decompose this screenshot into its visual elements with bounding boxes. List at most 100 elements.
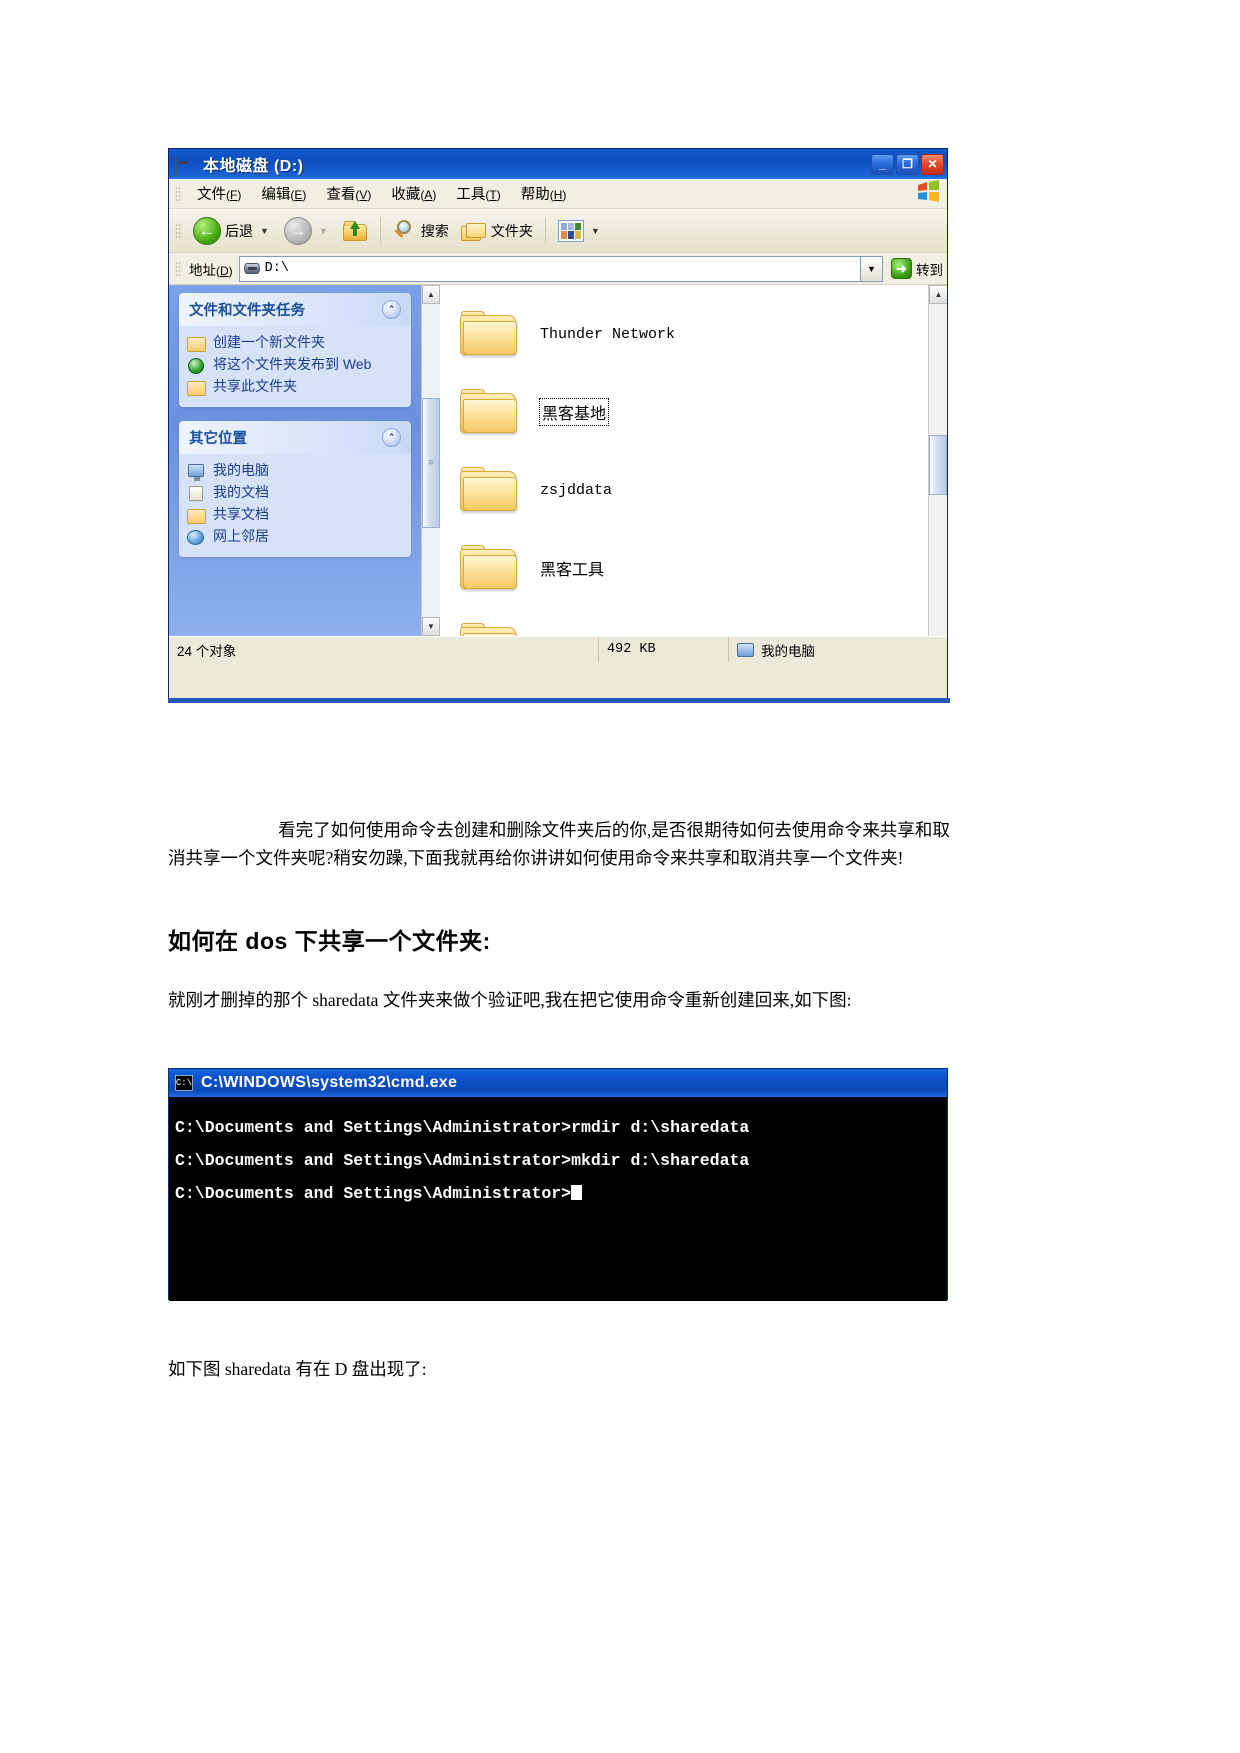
go-arrow-icon: ➜	[891, 258, 912, 279]
views-icon	[557, 219, 584, 242]
search-label: 搜索	[420, 222, 449, 239]
views-dropdown-caret[interactable]: ▼	[591, 226, 600, 236]
place-my-computer[interactable]: 我的电脑	[187, 460, 403, 482]
scroll-down-button[interactable]: ▼	[422, 617, 440, 636]
go-button[interactable]: ➜ 转到	[883, 258, 947, 279]
folders-icon	[460, 221, 487, 241]
task-label: 创建一个新文件夹	[213, 334, 325, 350]
panel-other-places: 其它位置 ⌃ 我的电脑 我的文档 共享文档 网上邻居	[179, 421, 411, 557]
scroll-up-button[interactable]: ▲	[422, 285, 440, 304]
menu-help[interactable]: 帮助(H)	[511, 180, 577, 207]
file-item[interactable]: 客户数据库	[460, 607, 947, 636]
explorer-window: 本地磁盘 (D:) _ ❐ ✕ 文件(F) 编辑(E) 查看(V) 收藏(A) …	[168, 148, 948, 700]
file-item[interactable]: 黑客基地	[460, 373, 947, 451]
folders-button[interactable]: 文件夹	[455, 219, 539, 243]
place-network-neighborhood[interactable]: 网上邻居	[187, 526, 403, 548]
menubar-grip[interactable]	[175, 185, 182, 202]
panel-title: 文件和文件夹任务	[189, 303, 305, 319]
scroll-up-button[interactable]: ▲	[929, 285, 947, 304]
place-label: 我的文档	[213, 484, 269, 500]
sidebar-scrollbar[interactable]: ▲ ▼	[421, 285, 440, 636]
network-neighborhood-icon	[187, 529, 206, 546]
file-item[interactable]: Thunder Network	[460, 295, 947, 373]
chevron-down-icon[interactable]: ▼	[861, 255, 883, 282]
local-disk-icon	[175, 155, 197, 176]
back-arrow-icon: ←	[193, 216, 221, 245]
task-publish-web[interactable]: 将这个文件夹发布到 Web	[187, 354, 403, 376]
cmd-window: C:\ C:\WINDOWS\system32\cmd.exe C:\Docum…	[168, 1068, 948, 1301]
magnifier-icon	[393, 219, 417, 243]
up-folder-icon	[342, 220, 368, 241]
panel-file-folder-tasks: 文件和文件夹任务 ⌃ 创建一个新文件夹 将这个文件夹发布到 Web 共享此文件夹	[179, 293, 411, 407]
toolbar-separator	[379, 217, 381, 244]
go-label: 转到	[916, 262, 943, 278]
minimize-button[interactable]: _	[871, 153, 894, 175]
toolbar-grip[interactable]	[175, 222, 182, 239]
addressbar-grip[interactable]	[175, 260, 182, 277]
folder-icon	[460, 545, 518, 591]
file-name: Thunder Network	[540, 325, 676, 343]
back-label: 后退	[225, 222, 253, 239]
status-bar: 24 个对象 492 KB 我的电脑	[169, 636, 947, 662]
scroll-track[interactable]	[422, 304, 440, 617]
scroll-thumb[interactable]	[422, 397, 440, 528]
publish-web-icon	[187, 357, 206, 374]
cmd-console-output[interactable]: C:\Documents and Settings\Administrator>…	[169, 1097, 947, 1301]
place-label: 共享文档	[213, 506, 269, 522]
task-new-folder[interactable]: 创建一个新文件夹	[187, 332, 403, 354]
shared-documents-icon	[187, 507, 206, 524]
status-size: 492 KB	[599, 637, 729, 662]
menu-favorites[interactable]: 收藏(A)	[381, 180, 446, 207]
file-item[interactable]: zsjddata	[460, 451, 947, 529]
paragraph-after-cmd: 如下图 sharedata 有在 D 盘出现了:	[168, 1358, 427, 1379]
local-disk-icon-small	[243, 260, 260, 278]
file-list[interactable]: Thunder Network 黑客基地 zsjddata 黑客工具 客户数据库	[440, 285, 947, 636]
my-computer-icon	[737, 642, 754, 657]
address-bar: 地址(D) D:\ ▼ ➜ 转到	[169, 253, 947, 285]
place-my-documents[interactable]: 我的文档	[187, 482, 403, 504]
file-name: 黑客基地	[538, 398, 610, 426]
folder-icon	[460, 389, 518, 435]
section-heading: 如何在 dos 下共享一个文件夹:	[168, 928, 491, 954]
explorer-body: 文件和文件夹任务 ⌃ 创建一个新文件夹 将这个文件夹发布到 Web 共享此文件夹…	[169, 285, 947, 636]
menu-file[interactable]: 文件(F)	[187, 180, 251, 207]
close-button[interactable]: ✕	[921, 153, 944, 175]
file-item[interactable]: 黑客工具	[460, 529, 947, 607]
chevron-up-icon[interactable]: ⌃	[382, 428, 401, 447]
paragraph-intro: 看完了如何使用命令去创建和删除文件夹后的你,是否很期待如何去使用命令来共享和取消…	[168, 816, 950, 873]
maximize-button[interactable]: ❐	[896, 153, 919, 175]
views-button[interactable]: ▼	[552, 218, 609, 244]
folders-label: 文件夹	[490, 222, 533, 239]
explorer-titlebar: 本地磁盘 (D:) _ ❐ ✕	[169, 149, 947, 179]
cmd-window-title: C:\WINDOWS\system32\cmd.exe	[201, 1074, 458, 1091]
task-label: 共享此文件夹	[213, 378, 297, 394]
window-bottom-shadow	[168, 698, 950, 703]
window-title: 本地磁盘 (D:)	[203, 158, 304, 175]
document-page: 本地磁盘 (D:) _ ❐ ✕ 文件(F) 编辑(E) 查看(V) 收藏(A) …	[0, 0, 1240, 1753]
chevron-up-icon[interactable]: ⌃	[382, 300, 401, 319]
cmd-cursor	[571, 1185, 583, 1200]
menu-view[interactable]: 查看(V)	[316, 180, 381, 207]
cmd-line: C:\Documents and Settings\Administrator>…	[175, 1118, 750, 1137]
address-input[interactable]: D:\	[238, 255, 861, 282]
menu-bar: 文件(F) 编辑(E) 查看(V) 收藏(A) 工具(T) 帮助(H)	[169, 179, 947, 209]
file-list-scrollbar[interactable]: ▲	[928, 285, 947, 636]
panel-header[interactable]: 其它位置 ⌃	[179, 421, 411, 454]
panel-header[interactable]: 文件和文件夹任务 ⌃	[179, 293, 411, 326]
cmd-titlebar: C:\ C:\WINDOWS\system32\cmd.exe	[169, 1069, 947, 1097]
file-name: zsjddata	[540, 481, 613, 499]
new-folder-icon	[187, 335, 206, 352]
search-button[interactable]: 搜索	[387, 217, 455, 245]
forward-button[interactable]: → ▼	[278, 215, 337, 247]
task-share-folder[interactable]: 共享此文件夹	[187, 376, 403, 398]
scroll-thumb[interactable]	[929, 435, 947, 495]
back-button[interactable]: ← 后退 ▼	[187, 215, 278, 247]
toolbar-separator-2	[544, 217, 546, 244]
share-folder-icon	[187, 379, 206, 396]
up-button[interactable]	[337, 218, 374, 243]
place-shared-documents[interactable]: 共享文档	[187, 504, 403, 526]
back-dropdown-caret[interactable]: ▼	[260, 226, 269, 236]
menu-tools[interactable]: 工具(T)	[446, 180, 510, 207]
forward-dropdown-caret[interactable]: ▼	[319, 226, 328, 236]
menu-edit[interactable]: 编辑(E)	[251, 180, 316, 207]
